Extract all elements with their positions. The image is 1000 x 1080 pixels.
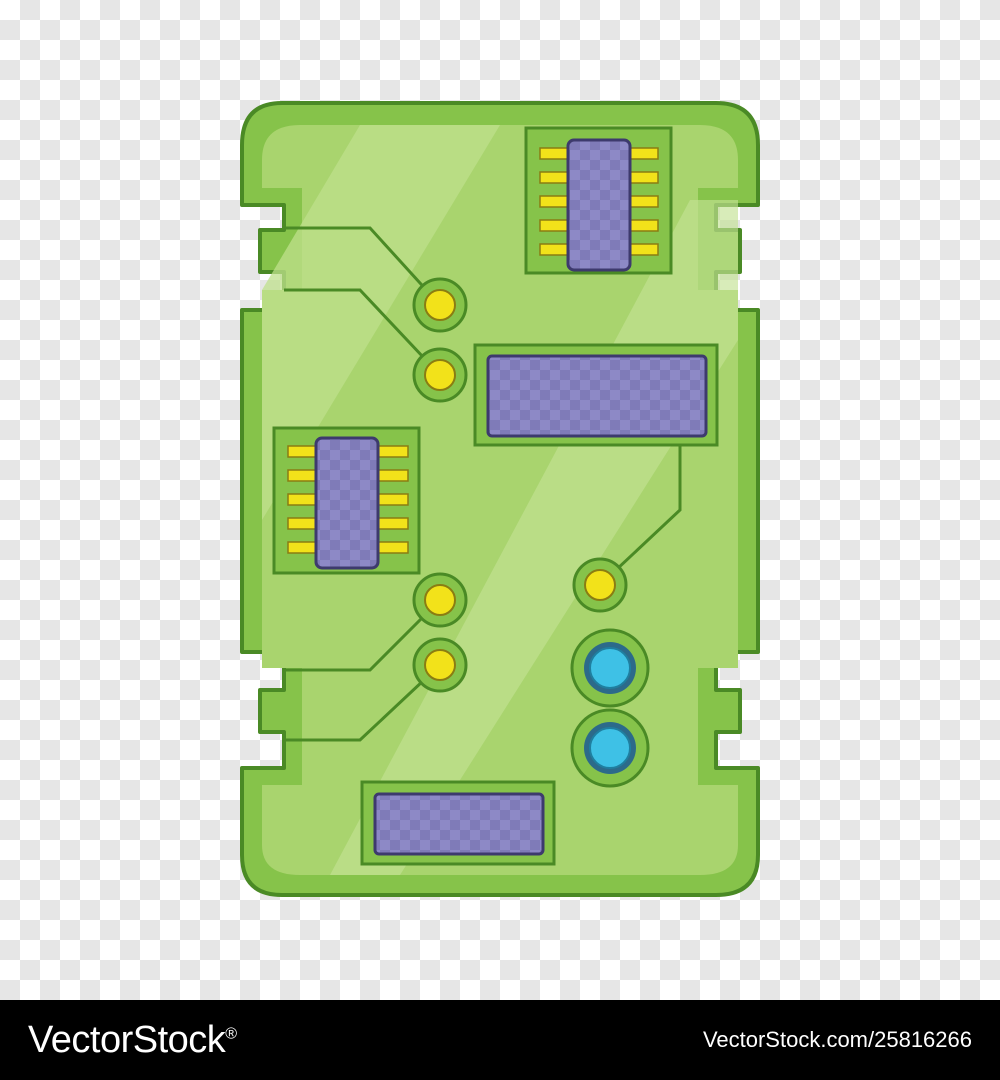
image-id: VectorStock.com/25816266	[702, 1027, 972, 1052]
chip-bottom	[360, 780, 556, 866]
chip-wide-right	[473, 343, 719, 447]
chip-top-right	[524, 126, 673, 275]
image-canvas	[0, 0, 1000, 1000]
circuit-board-icon	[240, 101, 760, 897]
brand-name: VectorStock	[28, 1018, 226, 1061]
registered-mark: ®	[225, 1024, 237, 1042]
chip-left	[272, 426, 421, 575]
watermark-footer: VectorStock® VectorStock.com/25816266	[0, 1000, 1000, 1080]
vectorstock-logo: VectorStock®	[28, 1019, 237, 1062]
